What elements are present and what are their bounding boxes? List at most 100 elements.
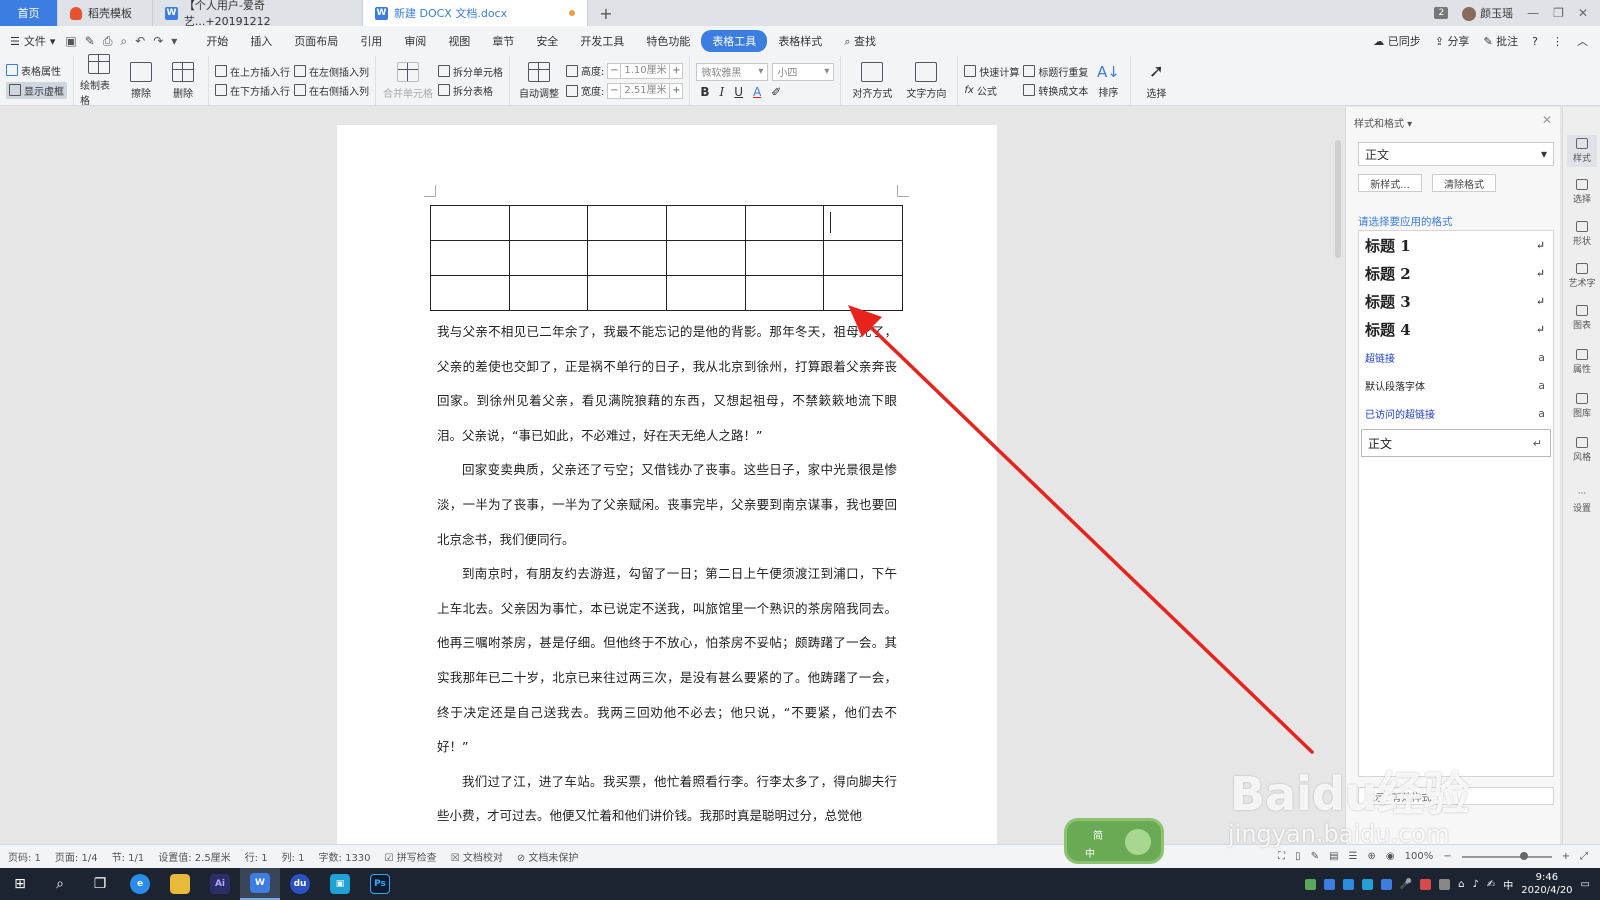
current-style-select[interactable]: 正文 ▾ — [1358, 142, 1554, 166]
table-cell[interactable] — [665, 240, 746, 276]
status-pages[interactable]: 页面: 1/4 — [55, 849, 98, 864]
spell-check-button[interactable]: ☑ 拼写检查 — [385, 849, 437, 864]
delete-button[interactable]: 删除 — [164, 61, 202, 100]
minimize-icon[interactable]: — — [1527, 6, 1539, 20]
user-account[interactable]: 颜玉瑶 — [1462, 5, 1513, 21]
print-preview-icon[interactable]: ⌕ — [120, 34, 127, 49]
sidebar-item-properties[interactable]: 属性 — [1567, 349, 1597, 375]
tab-document-active[interactable]: W 新建 DOCX 文档.docx — [363, 0, 588, 26]
new-style-button[interactable]: 新样式... — [1358, 174, 1422, 192]
sidebar-item-gallery[interactable]: 图库 — [1567, 393, 1597, 419]
menu-item-view[interactable]: 视图 — [437, 30, 481, 52]
select-button[interactable]: ➚ 选择 — [1137, 61, 1175, 100]
style-item-default-font[interactable]: 默认段落字体 a — [1359, 371, 1553, 399]
menu-item-start[interactable]: 开始 — [195, 30, 239, 52]
help-icon[interactable]: ? — [1532, 35, 1538, 48]
taskbar-wps-writer[interactable]: W — [240, 868, 280, 900]
menu-item-references[interactable]: 引用 — [349, 30, 393, 52]
table-cell[interactable] — [430, 240, 510, 276]
repeat-header-button[interactable]: 标题行重复 — [1023, 64, 1088, 79]
table-cell[interactable] — [587, 205, 667, 241]
insert-row-above-button[interactable]: 在上方插入行 — [215, 64, 290, 79]
erase-button[interactable]: 擦除 — [122, 61, 160, 100]
table-cell[interactable] — [430, 205, 510, 241]
font-color-button[interactable]: A — [753, 85, 761, 99]
protect-status-button[interactable]: ⊘ 文档未保护 — [517, 849, 579, 864]
close-icon[interactable]: ✕ — [1542, 113, 1552, 127]
input-language[interactable]: 中 — [1503, 877, 1513, 892]
insert-row-below-button[interactable]: 在下方插入行 — [215, 83, 290, 98]
sidebar-item-wordart[interactable]: 艺术字 — [1567, 263, 1597, 289]
taskbar-browser[interactable]: e — [120, 868, 160, 900]
sidebar-item-theme[interactable]: 风格 — [1567, 437, 1597, 463]
start-button[interactable]: ⊞ — [0, 868, 40, 900]
taskbar-photoshop[interactable]: Ps — [360, 868, 400, 900]
table-cell[interactable] — [430, 275, 510, 311]
ime-widget[interactable]: 简 中 — [1064, 818, 1164, 864]
menu-item-security[interactable]: 安全 — [525, 30, 569, 52]
tray-app-icon[interactable] — [1361, 878, 1373, 890]
sidebar-item-styles[interactable]: 样式 — [1567, 135, 1597, 167]
taskbar-baidu[interactable]: du — [280, 868, 320, 900]
proofread-button[interactable]: ☒ 文档校对 — [451, 849, 503, 864]
italic-button[interactable]: I — [720, 85, 725, 99]
edit-mode-icon[interactable]: ✎ — [1311, 851, 1319, 862]
sidebar-item-settings[interactable]: ··· 设置 — [1567, 489, 1597, 514]
width-decrease-button[interactable]: − — [607, 82, 622, 99]
menu-item-review[interactable]: 审阅 — [393, 30, 437, 52]
draw-table-button[interactable]: 绘制表格 — [80, 54, 118, 107]
style-item-heading-4[interactable]: 标题 4 ↵ — [1359, 315, 1553, 343]
menu-item-features[interactable]: 特色功能 — [635, 30, 701, 52]
style-item-heading-2[interactable]: 标题 2 ↵ — [1359, 259, 1553, 287]
style-item-heading-1[interactable]: 标题 1 ↵ — [1359, 231, 1553, 259]
auto-fit-button[interactable]: 自动调整 — [516, 61, 562, 100]
split-cells-button[interactable]: 拆分单元格 — [438, 64, 503, 79]
eye-protect-icon[interactable]: ◉ — [1386, 851, 1395, 862]
height-decrease-button[interactable]: − — [607, 62, 622, 79]
notification-icon[interactable]: ▭ — [1581, 879, 1590, 890]
format-painter-icon[interactable]: ✎ — [85, 34, 95, 49]
status-word-count[interactable]: 字数: 1330 — [319, 849, 371, 864]
pen-icon[interactable]: ✍ — [1487, 879, 1495, 890]
close-icon[interactable]: ✕ — [1578, 6, 1588, 20]
volume-icon[interactable]: ♪ — [1472, 879, 1478, 890]
table-cell[interactable] — [587, 240, 667, 276]
task-view-button[interactable]: ❐ — [80, 868, 120, 900]
sidebar-item-chart[interactable]: 图表 — [1567, 305, 1597, 331]
taskbar-app-blue[interactable]: ▣ — [320, 868, 360, 900]
search-button[interactable]: ⌕ — [40, 868, 80, 900]
more-icon[interactable]: ⋮ — [1552, 35, 1563, 48]
tray-app-icon[interactable] — [1323, 878, 1335, 890]
table-properties-button[interactable]: 表格属性 — [6, 63, 67, 78]
clock[interactable]: 9:46 2020/4/20 — [1521, 871, 1572, 897]
font-size-select[interactable]: 小四 ▾ — [772, 62, 835, 81]
new-tab-button[interactable]: + — [588, 0, 624, 26]
width-increase-button[interactable]: + — [669, 82, 684, 99]
tray-app-icon[interactable] — [1420, 878, 1432, 890]
clear-format-button[interactable]: 清除格式 — [1432, 174, 1496, 192]
microphone-icon[interactable]: 🎤 — [1400, 879, 1412, 890]
height-input[interactable]: 1.10厘米 — [621, 62, 670, 79]
table-cell-active[interactable] — [823, 205, 903, 241]
table-cell[interactable] — [665, 275, 746, 311]
fit-page-icon[interactable]: ⤢ — [1580, 851, 1588, 862]
panel-title[interactable]: 样式和格式 ▾ — [1354, 115, 1412, 130]
style-item-visited-link[interactable]: 已访问的超链接 a — [1359, 399, 1553, 427]
tab-document-1[interactable]: W 【个人用户-爱奇艺...+20191212 — [153, 0, 363, 28]
menu-item-table-tools[interactable]: 表格工具 — [701, 30, 768, 52]
restore-icon[interactable]: ❐ — [1553, 6, 1564, 20]
align-button[interactable]: 对齐方式 — [847, 61, 897, 100]
table-cell[interactable] — [508, 205, 589, 241]
tray-app-icon[interactable] — [1439, 878, 1451, 890]
document-body[interactable]: 我与父亲不相见已二年余了，我最不能忘记的是他的背影。那年冬天，祖母死了，父亲的差… — [437, 315, 897, 834]
sort-button[interactable]: A↓ 排序 — [1092, 63, 1124, 99]
collapse-ribbon-icon[interactable]: ︿ — [1577, 33, 1588, 49]
tab-docer-templates[interactable]: 稻壳模板 — [58, 0, 153, 26]
style-item-heading-3[interactable]: 标题 3 ↵ — [1359, 287, 1553, 315]
search-menu[interactable]: ⌕ 查找 — [833, 30, 887, 52]
tray-app-icon[interactable] — [1380, 878, 1392, 890]
insert-col-left-button[interactable]: 在左侧插入列 — [294, 64, 369, 79]
table-cell[interactable] — [587, 275, 667, 311]
network-icon[interactable]: ⌂ — [1458, 879, 1464, 890]
menu-item-insert[interactable]: 插入 — [239, 30, 283, 52]
